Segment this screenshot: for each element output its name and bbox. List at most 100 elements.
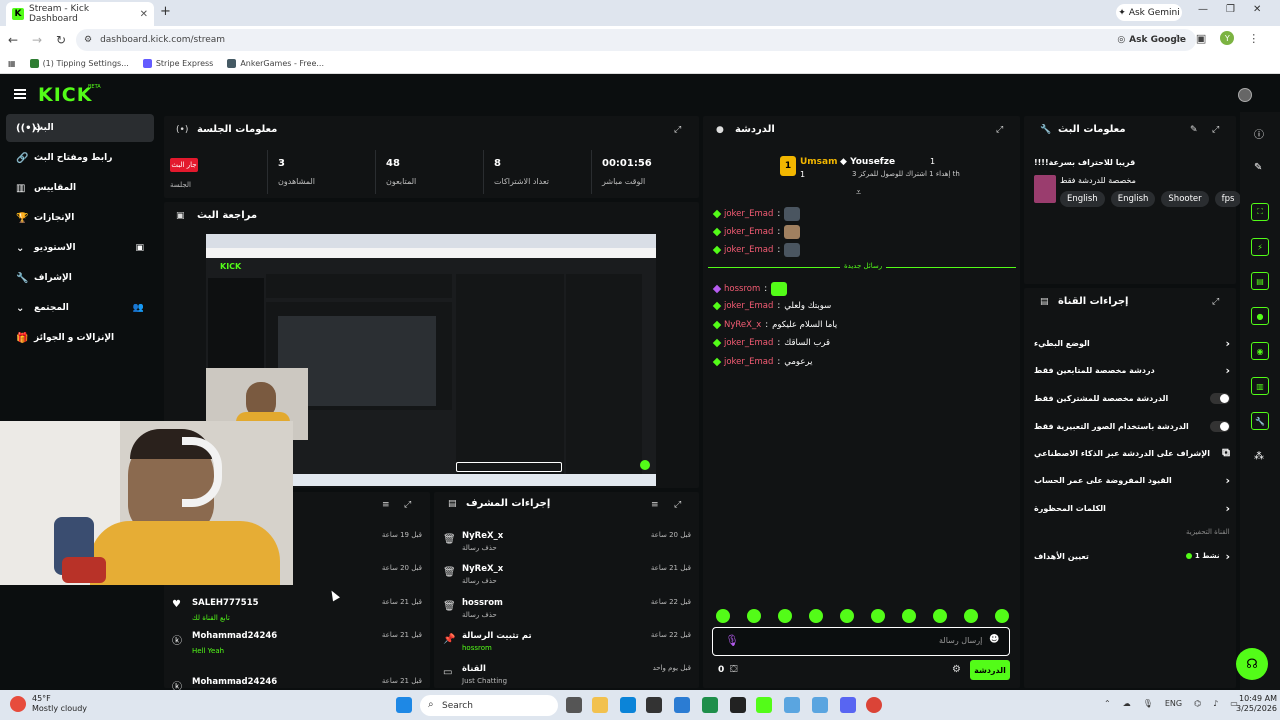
app-icon[interactable] (812, 697, 828, 713)
emoji-icon[interactable]: ☻ (989, 634, 999, 645)
activity-entry[interactable]: ♥ SALEH777515 تابع القناة لك قبل 21 ساعة (172, 597, 422, 625)
mail-icon[interactable] (674, 697, 690, 713)
mod-action-entry[interactable]: ▭ القناة Just Chatting قبل يوم واحد (443, 663, 691, 691)
side-action-icon[interactable]: 👥 (133, 303, 144, 313)
sidepanel-icon[interactable]: ▣ (1196, 32, 1206, 45)
chat-message[interactable]: joker_Emad: قرب الساقك (712, 338, 830, 348)
kick-logo[interactable]: KICK (38, 84, 92, 106)
mod-action-entry[interactable]: 📌 تم تثبيت الرسالة hossrom قبل 22 ساعة (443, 630, 691, 658)
expand-icon[interactable]: ⤢ (674, 125, 681, 135)
xbox-icon[interactable] (702, 697, 718, 713)
language-indicator[interactable]: ENG (1165, 699, 1182, 708)
minimize-icon[interactable]: — (1198, 4, 1208, 15)
edge-icon[interactable] (620, 697, 636, 713)
weather-widget[interactable]: 45°F Mostly cloudy (32, 694, 87, 714)
expand-icon[interactable]: ⤢ (996, 125, 1003, 135)
activity-username[interactable]: Mohammad24246 (192, 631, 277, 641)
close-tab-icon[interactable]: ✕ (140, 9, 148, 20)
site-info-icon[interactable]: ⚙ (84, 35, 92, 45)
reload-icon[interactable]: ↻ (50, 33, 72, 47)
channel-action-row[interactable]: الدردشة باستخدام الصور التعبيرية فقط (1034, 418, 1230, 434)
mic-icon[interactable]: 🎙 (725, 634, 739, 647)
activity-entry[interactable]: ⓚ Mohammad24246 Hell Yeah قبل 21 ساعة (172, 630, 422, 658)
chat-username[interactable]: hossrom (724, 284, 760, 294)
quick-emote-icon[interactable] (871, 609, 885, 623)
mod-action-entry[interactable]: 🗑 NyReX_x حذف رسالة قبل 20 ساعة (443, 530, 691, 558)
quick-emote-icon[interactable] (747, 609, 761, 623)
kick-app-icon[interactable] (756, 697, 772, 713)
channel-action-row[interactable]: الإشراف على الدردشة عبر الذكاء الاصطناعي… (1034, 445, 1230, 461)
expand-icon[interactable]: ⤢ (1212, 297, 1219, 307)
ask-gemini-button[interactable]: ✦ Ask Gemini (1116, 4, 1182, 21)
menu-kebab-icon[interactable]: ⋮ (1248, 32, 1259, 45)
obs-icon[interactable] (730, 697, 746, 713)
sidebar-item[interactable]: ((•)) البث (6, 114, 154, 142)
settings-gear-icon[interactable]: ⚙ (952, 664, 961, 675)
chat-username[interactable]: joker_Emad (724, 245, 773, 255)
volume-icon[interactable]: ♪ (1213, 699, 1218, 708)
channel-action-row[interactable]: القيود المفروضة على عمر الحساب › (1034, 472, 1230, 488)
quick-emote-icon[interactable] (716, 609, 730, 623)
apps-grid-icon[interactable]: ▦ (8, 59, 16, 68)
rail-chat-button[interactable]: ● (1251, 307, 1269, 325)
chat-username[interactable]: joker_Emad (724, 227, 773, 237)
expand-icon[interactable]: ⤢ (1212, 125, 1219, 135)
address-bar[interactable]: ⚙ dashboard.kick.com/stream ◎ Ask Google (76, 29, 1196, 51)
rail-fullscreen-button[interactable]: ⛶ (1251, 203, 1269, 221)
windows-start-icon[interactable] (396, 697, 412, 713)
set-goals-row[interactable]: تعيين الأهداف نشط 1 › (1034, 548, 1230, 564)
chat-message[interactable]: hossrom: (712, 282, 788, 296)
rail-wrench-button[interactable]: 🔧 (1251, 412, 1269, 430)
network-icon[interactable]: ⌬ (1194, 699, 1201, 708)
chat-message[interactable]: joker_Emad: (712, 243, 801, 257)
tray-app-icon[interactable]: ☁ (1123, 699, 1131, 708)
share-icon[interactable]: ⁂ (1254, 451, 1264, 462)
quick-emote-icon[interactable] (840, 609, 854, 623)
bookmark-ankergames[interactable]: AnkerGames - Free... (227, 59, 324, 68)
channel-action-row[interactable]: دردشة مخصصة للمتابعين فقط › (1034, 362, 1230, 378)
rail-lightning-button[interactable]: ⚡ (1251, 238, 1269, 256)
chrome-icon[interactable] (866, 697, 882, 713)
chat-input[interactable]: 🎙 إرسال رسالة ☻ (712, 627, 1010, 656)
collapse-icon[interactable]: ⩡ (856, 188, 861, 198)
filter-icon[interactable]: ≡ (651, 500, 659, 510)
bookmark-tipping[interactable]: (1) Tipping Settings... (29, 59, 129, 68)
back-icon[interactable]: ← (2, 33, 24, 47)
chat-username[interactable]: NyReX_x (724, 320, 761, 330)
chat-username[interactable]: joker_Emad (724, 338, 773, 348)
profile-avatar[interactable]: Y (1220, 31, 1235, 45)
sidebar-item[interactable]: 🎁 الإنزالات و الجوائز (6, 324, 154, 352)
store-icon[interactable] (646, 697, 662, 713)
chat-message[interactable]: joker_Emad: (712, 225, 801, 239)
quick-emote-icon[interactable] (809, 609, 823, 623)
chat-username[interactable]: joker_Emad (724, 357, 773, 367)
channel-action-row[interactable]: الوضع البطيء › (1034, 335, 1230, 351)
file-explorer-icon[interactable] (592, 697, 608, 713)
mod-action-entry[interactable]: 🗑 NyReX_x حذف رسالة قبل 21 ساعة (443, 563, 691, 591)
app-icon[interactable] (784, 697, 800, 713)
sidebar-item[interactable]: 🏆 الإنجازات (6, 204, 154, 232)
tray-chevron-icon[interactable]: ⌃ (1104, 699, 1111, 708)
chat-message[interactable]: joker_Emad: يرعومي (712, 357, 812, 367)
bookmark-stripe[interactable]: Stripe Express (142, 59, 213, 68)
chat-username[interactable]: joker_Emad (724, 301, 773, 311)
channel-action-row[interactable]: الكلمات المحظورة › (1034, 500, 1230, 516)
edit-pencil-icon[interactable]: ✎ (1190, 125, 1198, 135)
quick-emote-icon[interactable] (902, 609, 916, 623)
rail-server-button[interactable]: ▥ (1251, 377, 1269, 395)
edit-pencil-icon[interactable]: ✎ (1254, 162, 1262, 173)
send-chat-button[interactable]: الدردشة (970, 660, 1010, 680)
user-avatar[interactable] (1238, 88, 1252, 102)
bookmark-star-icon[interactable]: ☆ (1172, 32, 1182, 45)
gift-icon[interactable]: ⛋ (730, 664, 738, 675)
chat-message[interactable]: joker_Emad: سوبتك ولعلي (712, 301, 831, 311)
sidebar-item[interactable]: ⌄ المجتمع 👥 (6, 294, 154, 322)
quick-emote-icon[interactable] (964, 609, 978, 623)
hamburger-menu-icon[interactable] (14, 89, 26, 99)
close-window-icon[interactable]: ✕ (1253, 4, 1261, 15)
chat-message[interactable]: NyReX_x: ياما السلام عليكوم (712, 320, 837, 330)
sidebar-item[interactable]: 🔗 رابط ومفتاح البث (6, 144, 154, 172)
expand-icon[interactable]: ⤢ (674, 500, 681, 510)
help-chat-icon[interactable]: ☊ (1236, 648, 1268, 680)
toggle-switch[interactable] (1210, 392, 1230, 404)
